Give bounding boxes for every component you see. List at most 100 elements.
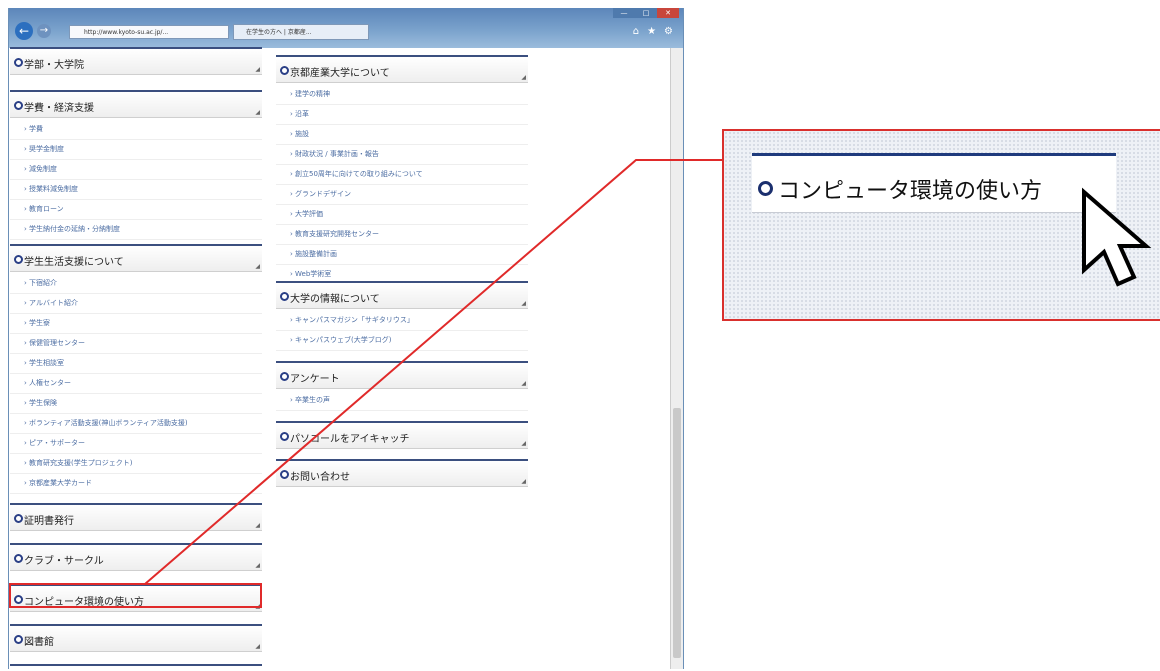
list-item[interactable]: › 奨学金制度 xyxy=(10,140,262,160)
panel-header[interactable]: 大学の情報について ◢ xyxy=(276,283,528,309)
panel-survey: アンケート ◢ › 卒業生の声 xyxy=(276,361,528,411)
list-item[interactable]: › 下宿紹介 xyxy=(10,274,262,294)
browser-toolbar: ← → http://www.kyoto-su.ac.jp/... 在学生の方へ… xyxy=(9,8,683,48)
list-item[interactable]: › 教育支援研究開発センター xyxy=(276,225,528,245)
panel-university-info: 大学の情報について ◢ › キャンパスマガジン「サギタリウス」 › キャンパスウェ… xyxy=(276,281,528,351)
list-item[interactable]: › 財政状況 / 事業計画・報告 xyxy=(276,145,528,165)
panel-student-life: 学生生活支援について ◢ › 下宿紹介 › アルバイト紹介 › 学生寮 › 保健管… xyxy=(10,244,262,494)
panel-title: 京都産業大学について xyxy=(290,68,390,79)
bullet-icon xyxy=(280,432,289,441)
panel-header[interactable]: 学生生活支援について ◢ xyxy=(10,246,262,272)
star-icon[interactable]: ★ xyxy=(647,26,656,37)
panel-header[interactable]: 図書館 ◢ xyxy=(10,626,262,652)
panel-header[interactable]: 京都産業大学について ◢ xyxy=(276,57,528,83)
list-item[interactable]: › 授業料減免制度 xyxy=(10,180,262,200)
panel-tuition-support: 学費・経済支援 ◢ › 学費 › 奨学金制度 › 減免制度 › 授業料減免制度 ›… xyxy=(10,90,262,240)
resize-corner-icon: ◢ xyxy=(255,562,260,569)
bullet-icon xyxy=(14,635,23,644)
list-item[interactable]: › 施設 xyxy=(276,125,528,145)
panel-title: パソコールをアイキャッチ xyxy=(290,434,410,445)
list-item[interactable]: › 学費 xyxy=(10,120,262,140)
bullet-icon xyxy=(758,181,773,196)
window-controls: — □ ✕ xyxy=(613,8,679,18)
forward-arrow-icon[interactable]: → xyxy=(37,24,51,38)
vertical-scrollbar[interactable] xyxy=(670,48,683,669)
scroll-thumb[interactable] xyxy=(673,408,681,658)
maximize-button[interactable]: □ xyxy=(635,8,657,18)
list-item[interactable]: › 創立50周年に向けての取り組みについて xyxy=(276,165,528,185)
back-arrow-icon[interactable]: ← xyxy=(15,22,33,40)
panel-certificates: 証明書発行 ◢ xyxy=(10,503,262,531)
resize-corner-icon: ◢ xyxy=(521,300,526,307)
resize-corner-icon: ◢ xyxy=(255,263,260,270)
panel-next xyxy=(10,664,262,671)
panel-faculties: 学部・大学院 ◢ xyxy=(10,47,262,75)
panel-clubs: クラブ・サークル ◢ xyxy=(10,543,262,571)
list-item[interactable]: › 人権センター xyxy=(10,374,262,394)
resize-corner-icon: ◢ xyxy=(255,522,260,529)
callout-panel-header: コンピュータ環境の使い方 xyxy=(752,153,1116,213)
link-list: › 学費 › 奨学金制度 › 減免制度 › 授業料減免制度 › 教育ローン › … xyxy=(10,118,262,240)
panel-about-university: 京都産業大学について ◢ › 建学の精神 › 沿革 › 施設 › 財政状況 / 事… xyxy=(276,55,528,285)
panel-header[interactable]: クラブ・サークル ◢ xyxy=(10,545,262,571)
bullet-icon xyxy=(280,372,289,381)
resize-corner-icon: ◢ xyxy=(255,109,260,116)
panel-title: 学生生活支援について xyxy=(24,257,124,268)
panel-title: 学費・経済支援 xyxy=(24,103,94,114)
list-item[interactable]: › 教育研究支援(学生プロジェクト) xyxy=(10,454,262,474)
list-item[interactable]: › キャンパスウェブ(大学ブログ) xyxy=(276,331,528,351)
list-item[interactable]: › グランドデザイン xyxy=(276,185,528,205)
resize-corner-icon: ◢ xyxy=(521,74,526,81)
bullet-icon xyxy=(280,470,289,479)
list-item[interactable]: › ボランティア活動支援(神山ボランティア活動支援) xyxy=(10,414,262,434)
list-item[interactable]: › 卒業生の声 xyxy=(276,391,528,411)
panel-header[interactable]: 証明書発行 ◢ xyxy=(10,505,262,531)
highlight-box xyxy=(9,583,262,608)
bullet-icon xyxy=(14,255,23,264)
toolbar-icons: ⌂ ★ ⚙ xyxy=(633,26,673,37)
panel-header[interactable]: 学費・経済支援 ◢ xyxy=(10,92,262,118)
gear-icon[interactable]: ⚙ xyxy=(664,26,673,37)
link-list: › 下宿紹介 › アルバイト紹介 › 学生寮 › 保健管理センター › 学生相談… xyxy=(10,272,262,494)
list-item[interactable]: › 教育ローン xyxy=(10,200,262,220)
list-item[interactable]: › 保健管理センター xyxy=(10,334,262,354)
list-item[interactable]: › ピア・サポーター xyxy=(10,434,262,454)
list-item[interactable]: › 大学評価 xyxy=(276,205,528,225)
panel-header[interactable]: パソコールをアイキャッチ ◢ xyxy=(276,423,528,449)
close-button[interactable]: ✕ xyxy=(657,8,679,18)
list-item[interactable]: › 減免制度 xyxy=(10,160,262,180)
list-item[interactable]: › 学生納付金の延納・分納制度 xyxy=(10,220,262,240)
minimize-button[interactable]: — xyxy=(613,8,635,18)
panel-title: クラブ・サークル xyxy=(24,556,104,567)
panel-library: 図書館 ◢ xyxy=(10,624,262,652)
list-item[interactable]: › 沿革 xyxy=(276,105,528,125)
list-item[interactable]: › 施設整備計画 xyxy=(276,245,528,265)
bullet-icon xyxy=(280,292,289,301)
address-bar[interactable]: http://www.kyoto-su.ac.jp/... xyxy=(69,25,229,39)
bullet-icon xyxy=(14,58,23,67)
panel-header[interactable]: アンケート ◢ xyxy=(276,363,528,389)
panel-header[interactable]: 学部・大学院 ◢ xyxy=(10,49,262,75)
resize-corner-icon: ◢ xyxy=(521,478,526,485)
list-item[interactable]: › 学生保険 xyxy=(10,394,262,414)
callout-label: コンピュータ環境の使い方 xyxy=(778,179,1043,204)
list-item[interactable]: › 京都産業大学カード xyxy=(10,474,262,494)
home-icon[interactable]: ⌂ xyxy=(633,26,639,37)
resize-corner-icon: ◢ xyxy=(255,66,260,73)
list-item[interactable]: › キャンパスマガジン「サギタリウス」 xyxy=(276,311,528,331)
list-item[interactable]: › 建学の精神 xyxy=(276,85,528,105)
pointer-cursor-icon xyxy=(1082,187,1152,287)
panel-title: 学部・大学院 xyxy=(24,60,84,71)
panel-header[interactable]: お問い合わせ ◢ xyxy=(276,461,528,487)
bullet-icon xyxy=(14,514,23,523)
list-item[interactable]: › アルバイト紹介 xyxy=(10,294,262,314)
link-list: › 建学の精神 › 沿革 › 施設 › 財政状況 / 事業計画・報告 › 創立5… xyxy=(276,83,528,285)
bullet-icon xyxy=(14,554,23,563)
list-item[interactable]: › 学生寮 xyxy=(10,314,262,334)
panel-title: 図書館 xyxy=(24,637,54,648)
browser-tab[interactable]: 在学生の方へ | 京都産... xyxy=(233,24,369,40)
list-item[interactable]: › 学生相談室 xyxy=(10,354,262,374)
link-list: › 卒業生の声 xyxy=(276,389,528,411)
resize-corner-icon: ◢ xyxy=(521,380,526,387)
panel-title: アンケート xyxy=(290,374,340,385)
